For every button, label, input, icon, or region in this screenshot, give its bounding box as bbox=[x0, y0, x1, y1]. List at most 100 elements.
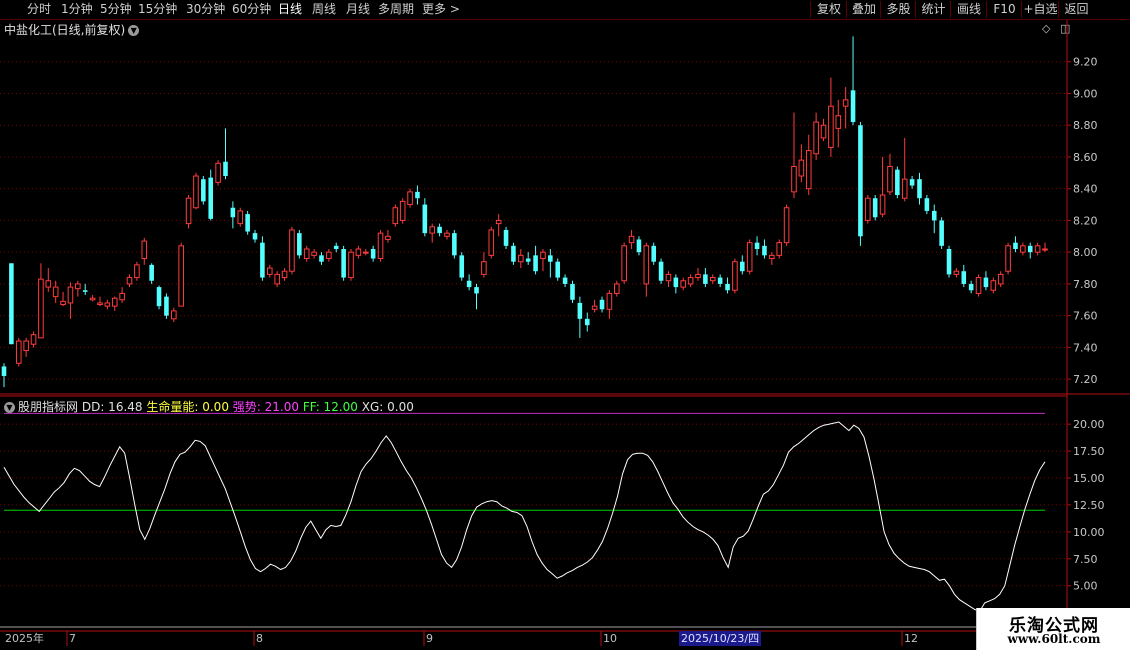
candle-body bbox=[703, 274, 708, 284]
candle-body bbox=[60, 300, 66, 306]
candle-body bbox=[643, 245, 650, 285]
candle-body bbox=[385, 235, 391, 240]
x-year-label: 2025年 bbox=[5, 632, 44, 645]
candle-body bbox=[599, 299, 605, 310]
candle-body bbox=[9, 263, 14, 345]
candle-body bbox=[45, 280, 52, 288]
candle-body bbox=[245, 214, 250, 232]
candle-body bbox=[97, 302, 103, 306]
candle-body bbox=[452, 233, 457, 256]
candle-body bbox=[725, 283, 730, 291]
candle-body bbox=[613, 283, 620, 294]
candle-body bbox=[673, 277, 679, 288]
chart-canvas: 7.20 7.40 7.60 7.80 8.00 8.20 8.40 8.60 8.80 9.00… bbox=[0, 20, 1130, 650]
candle-body bbox=[319, 255, 324, 262]
candle-body bbox=[917, 179, 922, 199]
candle-body bbox=[348, 251, 354, 279]
candle-body bbox=[429, 226, 436, 234]
candle-body bbox=[901, 178, 908, 199]
candle-body bbox=[740, 261, 745, 272]
candle-body bbox=[415, 191, 420, 199]
indicator-life: 生命量能: 0.00 bbox=[146, 400, 229, 414]
candle-body bbox=[289, 229, 295, 272]
candle-body bbox=[798, 159, 805, 177]
candle-body bbox=[503, 229, 509, 246]
indicator-name: 股朋指标网 bbox=[18, 400, 79, 414]
candle-body bbox=[548, 255, 553, 262]
candle-body bbox=[717, 277, 723, 284]
candle-body bbox=[281, 270, 288, 279]
candle-body bbox=[1005, 245, 1011, 272]
candle-body bbox=[791, 165, 797, 193]
candle-body bbox=[252, 233, 258, 240]
candle-body bbox=[946, 249, 952, 275]
candle-body bbox=[887, 165, 893, 193]
candle-body bbox=[164, 296, 169, 316]
candle-body bbox=[511, 245, 516, 262]
chevron-down-icon[interactable]: ▼ bbox=[4, 402, 15, 413]
candle-body bbox=[422, 204, 428, 234]
candle-body bbox=[665, 273, 672, 282]
y-tick-label: 8.00 bbox=[1073, 246, 1098, 259]
candle-body bbox=[15, 340, 22, 364]
candle-body bbox=[953, 270, 960, 275]
candle-body bbox=[437, 226, 442, 234]
candle-body bbox=[1034, 245, 1041, 253]
y-tick-label: 9.00 bbox=[1073, 87, 1098, 100]
candle-body bbox=[1027, 245, 1033, 253]
candle-body bbox=[591, 305, 598, 310]
y-tick-label: 17.50 bbox=[1073, 445, 1105, 458]
candle-body bbox=[52, 286, 59, 298]
candle-body bbox=[75, 283, 81, 290]
y-tick-label: 10.00 bbox=[1073, 526, 1105, 539]
candle-body bbox=[858, 125, 863, 237]
candle-body bbox=[975, 277, 982, 294]
candle-body bbox=[909, 179, 915, 186]
candle-body bbox=[961, 271, 967, 284]
candle-body bbox=[709, 277, 716, 282]
candle-body bbox=[459, 255, 465, 278]
candle-body bbox=[651, 245, 656, 262]
candle-body bbox=[695, 273, 701, 279]
candle-body bbox=[769, 254, 775, 260]
candle-body bbox=[297, 233, 302, 256]
candle-body bbox=[687, 277, 694, 285]
candle-body bbox=[341, 249, 346, 278]
dd-series-line bbox=[3, 421, 1046, 613]
candle-body bbox=[746, 242, 753, 272]
candle-body bbox=[762, 245, 767, 256]
candle-body bbox=[362, 251, 369, 254]
candle-body bbox=[570, 283, 575, 300]
candle-body bbox=[266, 267, 273, 275]
candle-body bbox=[488, 229, 495, 256]
y-tick-label: 7.80 bbox=[1073, 278, 1098, 291]
candle-body bbox=[525, 258, 531, 262]
candle-body bbox=[584, 318, 590, 326]
candle-body bbox=[230, 207, 236, 218]
y-tick-label: 7.20 bbox=[1073, 373, 1098, 386]
candle-body bbox=[555, 261, 561, 278]
candle-body bbox=[444, 232, 450, 237]
candle-body bbox=[732, 261, 738, 291]
candle-body bbox=[38, 278, 44, 339]
candle-body bbox=[636, 239, 642, 253]
candle-body bbox=[370, 249, 376, 259]
candle-body bbox=[1013, 242, 1018, 249]
candle-body bbox=[156, 287, 162, 307]
candle-body bbox=[495, 219, 502, 225]
candle-body bbox=[237, 210, 244, 225]
x-month-label: 12 bbox=[904, 632, 918, 645]
candle-body bbox=[82, 290, 88, 292]
candle-body bbox=[311, 251, 317, 256]
candle-body bbox=[628, 235, 635, 244]
candle-body bbox=[828, 105, 834, 148]
candle-body bbox=[983, 277, 989, 288]
candle-body bbox=[104, 302, 111, 307]
indicator-strong: 强势: 21.00 bbox=[232, 400, 299, 414]
candle-body bbox=[119, 292, 125, 301]
candle-body bbox=[997, 273, 1004, 285]
candle-body bbox=[813, 121, 819, 155]
x-month-label: 10 bbox=[603, 632, 617, 645]
candle-body bbox=[872, 198, 878, 218]
candle-body bbox=[185, 197, 192, 225]
